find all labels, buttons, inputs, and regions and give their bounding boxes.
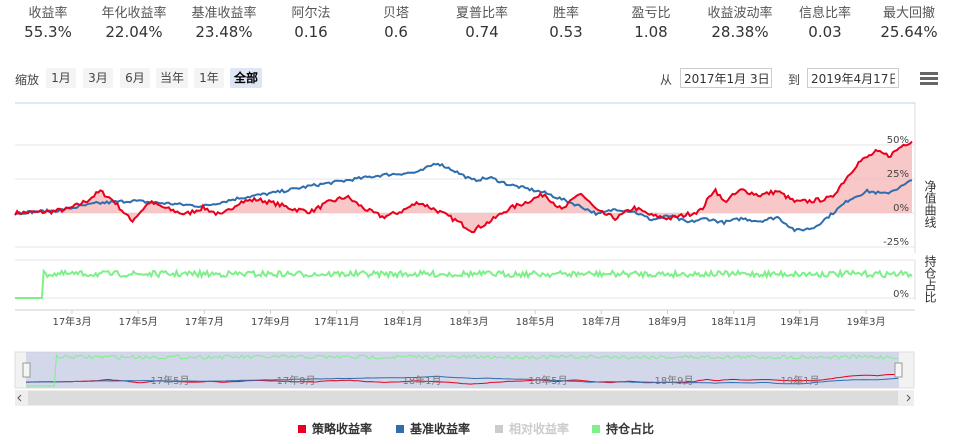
navigator-tick-label: 17年9月	[276, 374, 315, 387]
nav-y-tick-label: 0%	[893, 203, 909, 214]
scrollbar-thumb[interactable]	[28, 391, 898, 405]
nav-y-tick-label: 50%	[887, 135, 909, 146]
legend-item-relative[interactable]: 相对收益率	[495, 420, 569, 437]
x-tick-label: 18年7月	[582, 315, 621, 328]
chart-area: 50% 25% 0% -25% 净值曲线 0% 持仓占比 17年3月 17年5月 17年7…	[14, 102, 937, 406]
x-tick-label: 18年5月	[516, 315, 555, 328]
navigator-handle-right[interactable]	[894, 362, 903, 378]
strategy-area-fill	[15, 141, 912, 233]
navigator-tick-label: 19年1月	[780, 374, 819, 387]
scrollbar[interactable]	[15, 390, 914, 406]
x-tick-label: 17年5月	[119, 315, 158, 328]
navigator-tick-label: 18年9月	[654, 374, 693, 387]
x-tick-label: 18年11月	[711, 315, 756, 328]
nav-y-title: 净值曲线	[923, 180, 937, 228]
navigator-tick-label: 17年5月	[150, 374, 189, 387]
legend-label: 基准收益率	[410, 422, 471, 436]
legend-label: 持仓占比	[606, 422, 655, 436]
navigator-tick-label: 18年5月	[528, 374, 567, 387]
pos-y-tick: 0%	[893, 289, 909, 300]
x-tick-label: 18年1月	[383, 315, 422, 328]
legend-swatch	[396, 425, 404, 433]
legend-swatch	[298, 425, 306, 433]
x-tick-label: 17年3月	[52, 315, 91, 328]
legend-item-position[interactable]: 持仓占比	[592, 420, 654, 437]
x-tick-label: 18年3月	[449, 315, 488, 328]
navigator[interactable]: 17年5月 17年9月 18年1月 18年5月 18年9月 19年1月	[14, 351, 915, 389]
position-panel	[15, 259, 916, 300]
nav-y-tick-label: 25%	[887, 169, 909, 180]
x-tick-label: 17年7月	[185, 315, 224, 328]
legend-item-benchmark[interactable]: 基准收益率	[396, 420, 470, 437]
x-axis-ticks: 17年3月 17年5月 17年7月 17年9月 17年11月 18年1月 18年3月 18年5…	[52, 310, 886, 328]
x-tick-label: 19年3月	[846, 315, 885, 328]
legend: 策略收益率 基准收益率 相对收益率 持仓占比	[0, 420, 954, 440]
navigator-handle-left[interactable]	[22, 362, 31, 378]
legend-swatch	[592, 425, 600, 433]
nav-y-tick-label: -25%	[883, 237, 909, 248]
legend-item-strategy[interactable]: 策略收益率	[298, 420, 372, 437]
strategy-area	[15, 141, 912, 233]
pos-y-title: 持仓占比	[923, 254, 937, 304]
x-tick-label: 19年1月	[780, 315, 819, 328]
position-series-line	[15, 267, 913, 299]
legend-label: 策略收益率	[312, 422, 373, 436]
position-line	[15, 267, 913, 299]
x-tick-label: 17年9月	[251, 315, 290, 328]
x-tick-label: 17年11月	[314, 315, 359, 328]
navigator-tick-label: 18年1月	[402, 374, 441, 387]
legend-swatch	[495, 425, 503, 433]
legend-label: 相对收益率	[509, 422, 570, 436]
x-tick-label: 18年9月	[648, 315, 687, 328]
